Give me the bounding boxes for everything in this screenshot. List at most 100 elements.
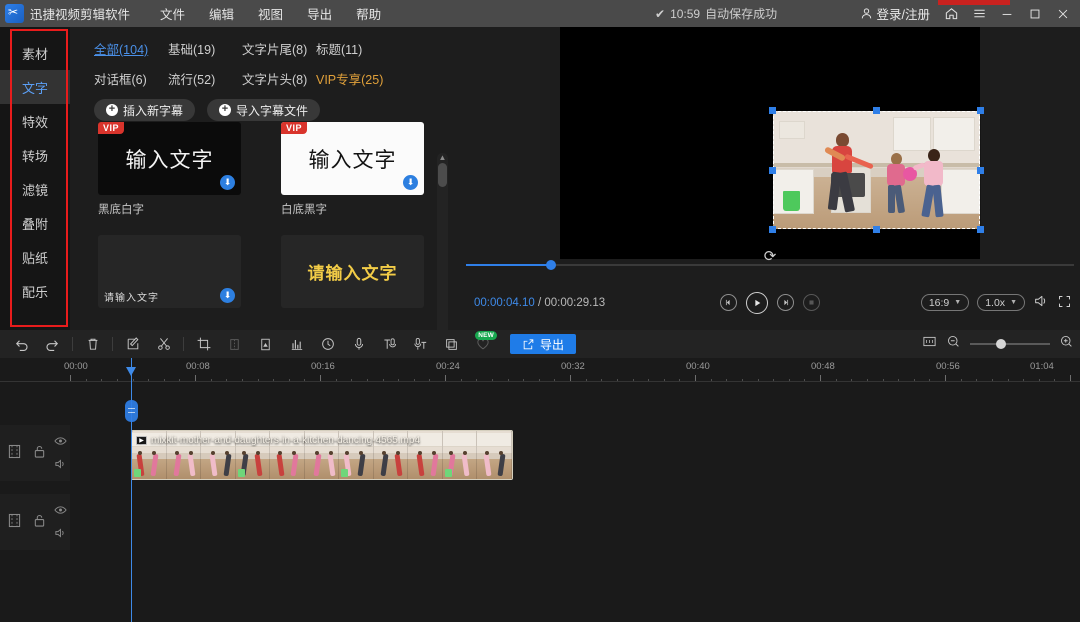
duration-icon[interactable] xyxy=(312,330,343,358)
text-to-speech-icon[interactable] xyxy=(374,330,405,358)
playhead-triangle[interactable] xyxy=(126,367,136,376)
resize-handle-e[interactable] xyxy=(977,167,984,174)
template-row: VIP 输入文字 ⬇ 黑底白字 VIP 输入文字 ⬇ 白底黑字 xyxy=(98,122,460,217)
template-preview-text: 输入文字 xyxy=(125,148,214,172)
fullscreen-icon[interactable] xyxy=(1057,294,1072,312)
import-subtitle-file-label: 导入字幕文件 xyxy=(236,103,309,118)
lock-icon[interactable] xyxy=(33,444,46,464)
preview-progress-bar[interactable] xyxy=(460,260,1080,270)
delete-icon[interactable] xyxy=(77,330,108,358)
volume-icon[interactable] xyxy=(1033,293,1049,312)
aspect-ratio-select[interactable]: 16:9 ▼ xyxy=(920,294,970,311)
template-card-white-bg-black-text[interactable]: VIP 输入文字 ⬇ 白底黑字 xyxy=(281,122,424,217)
cut-icon[interactable] xyxy=(148,330,179,358)
tab-popular[interactable]: 流行(52) xyxy=(168,69,242,88)
favorite-icon[interactable]: NEW xyxy=(467,330,498,358)
hamburger-icon[interactable] xyxy=(966,1,992,27)
template-card-plain-text[interactable]: 请输入文字 ⬇ xyxy=(98,235,241,308)
timeline-zoom-slider[interactable] xyxy=(970,339,1050,349)
timeline-ruler[interactable]: 00:00 00:08 00:16 00:24 00:32 00:40 00:4… xyxy=(0,358,1080,382)
audio-wave-icon[interactable] xyxy=(281,330,312,358)
sidebar-item-media[interactable]: 素材 xyxy=(0,36,70,70)
menu-export[interactable]: 导出 xyxy=(295,2,344,25)
split-icon[interactable] xyxy=(219,330,250,358)
next-frame-button[interactable] xyxy=(777,294,794,311)
speaker-icon[interactable] xyxy=(54,457,67,475)
sidebar-item-music[interactable]: 配乐 xyxy=(0,274,70,308)
zoom-in-icon[interactable] xyxy=(1059,334,1074,354)
menu-edit[interactable]: 编辑 xyxy=(197,2,246,25)
resize-handle-se[interactable] xyxy=(977,226,984,233)
sidebar-item-effects[interactable]: 特效 xyxy=(0,104,70,138)
tab-text-intro[interactable]: 文字片头(8) xyxy=(242,69,316,88)
sidebar-item-transitions[interactable]: 转场 xyxy=(0,138,70,172)
resize-handle-w[interactable] xyxy=(769,167,776,174)
autosave-label: 自动保存成功 xyxy=(705,7,778,21)
timeline-clip[interactable]: ▶ mixkit-mother-and-daughters-in-a-kitch… xyxy=(131,430,513,480)
stop-button[interactable] xyxy=(803,294,820,311)
play-button[interactable] xyxy=(746,291,768,314)
tab-text-outro[interactable]: 文字片尾(8) xyxy=(242,39,316,58)
download-icon[interactable]: ⬇ xyxy=(220,288,235,303)
login-button[interactable]: 登录/注册 xyxy=(854,4,936,23)
scroll-up-icon[interactable]: ▲ xyxy=(437,153,448,163)
edit-icon[interactable] xyxy=(117,330,148,358)
speaker-icon[interactable] xyxy=(54,526,67,544)
insert-new-subtitle-button[interactable]: + 插入新字幕 xyxy=(94,99,196,121)
redo-icon[interactable] xyxy=(37,330,68,358)
resize-handle-ne[interactable] xyxy=(977,107,984,114)
playhead-grip[interactable] xyxy=(125,400,138,422)
tab-vip-exclusive[interactable]: VIP专享(25) xyxy=(316,69,390,88)
close-icon[interactable] xyxy=(1050,1,1076,27)
tab-dialog[interactable]: 对话框(6) xyxy=(94,69,168,88)
import-subtitle-file-button[interactable]: + 导入字幕文件 xyxy=(207,99,321,121)
minimize-icon[interactable] xyxy=(994,1,1020,27)
template-card-yellow-text[interactable]: 请输入文字 xyxy=(281,235,424,308)
template-card-black-bg-white-text[interactable]: VIP 输入文字 ⬇ 黑底白字 xyxy=(98,122,241,217)
resize-handle-s[interactable] xyxy=(873,226,880,233)
clock-time: 10:59 xyxy=(670,6,701,21)
ruler-label: 00:56 xyxy=(936,361,960,372)
lock-icon[interactable] xyxy=(33,513,46,533)
menu-file[interactable]: 文件 xyxy=(148,2,197,25)
scrollbar-thumb[interactable] xyxy=(438,163,447,187)
copy-icon[interactable] xyxy=(436,330,467,358)
home-icon[interactable] xyxy=(938,1,964,27)
fit-timeline-icon[interactable] xyxy=(922,334,937,354)
time-separator: / xyxy=(534,296,545,309)
sidebar-item-text[interactable]: 文字 xyxy=(0,70,70,104)
chevron-down-icon: ▼ xyxy=(1010,299,1017,306)
undo-icon[interactable] xyxy=(6,330,37,358)
progress-knob[interactable] xyxy=(546,260,556,270)
sidebar-item-stickers[interactable]: 贴纸 xyxy=(0,240,70,274)
timeline-playhead[interactable] xyxy=(125,358,138,622)
download-icon[interactable]: ⬇ xyxy=(403,175,418,190)
eye-icon[interactable] xyxy=(54,433,67,451)
resize-handle-nw[interactable] xyxy=(769,107,776,114)
prev-frame-button[interactable] xyxy=(720,294,737,311)
timeline-zoom-controls xyxy=(922,334,1074,354)
eye-icon[interactable] xyxy=(54,502,67,520)
template-scrollbar[interactable]: ▲ ▼ xyxy=(437,153,448,349)
zoom-out-icon[interactable] xyxy=(946,334,961,354)
tab-basic[interactable]: 基础(19) xyxy=(168,39,242,58)
maximize-icon[interactable] xyxy=(1022,1,1048,27)
sidebar-item-overlay[interactable]: 叠附 xyxy=(0,206,70,240)
download-icon[interactable]: ⬇ xyxy=(220,175,235,190)
speech-to-text-icon[interactable] xyxy=(405,330,436,358)
mic-icon[interactable] xyxy=(343,330,374,358)
menu-view[interactable]: 视图 xyxy=(246,2,295,25)
zoom-slider-knob[interactable] xyxy=(996,339,1006,349)
check-icon: ✔ xyxy=(655,6,666,21)
resize-handle-sw[interactable] xyxy=(769,226,776,233)
export-button[interactable]: 导出 xyxy=(510,334,577,354)
tab-all[interactable]: 全部(104) xyxy=(94,39,168,58)
sidebar-item-filters[interactable]: 滤镜 xyxy=(0,172,70,206)
mask-icon[interactable] xyxy=(250,330,281,358)
crop-icon[interactable] xyxy=(188,330,219,358)
menu-help[interactable]: 帮助 xyxy=(344,2,393,25)
tab-title[interactable]: 标题(11) xyxy=(316,39,390,58)
playback-speed-select[interactable]: 1.0x ▼ xyxy=(977,294,1025,311)
video-frame[interactable] xyxy=(769,107,984,233)
resize-handle-n[interactable] xyxy=(873,107,880,114)
